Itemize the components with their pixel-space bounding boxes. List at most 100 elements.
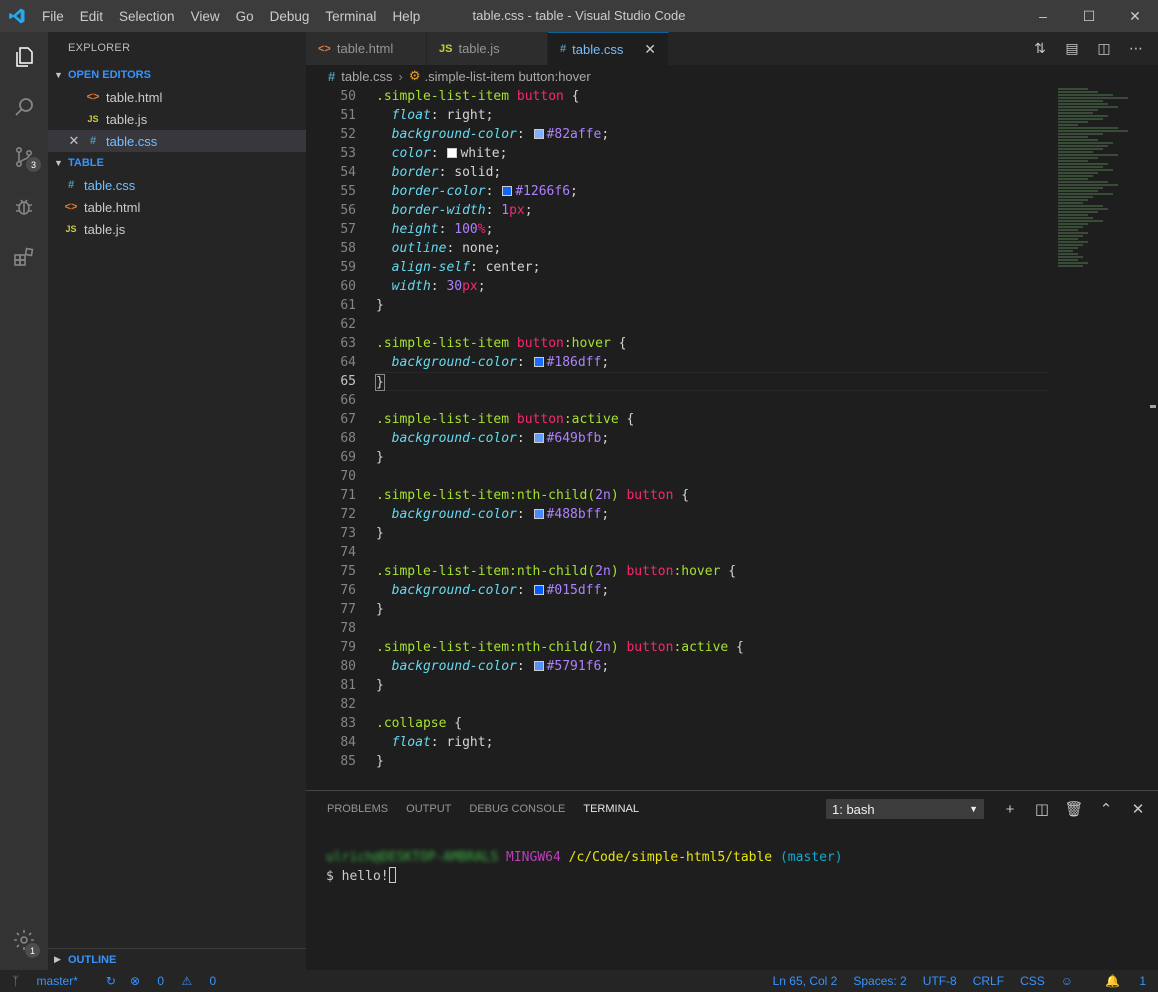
new-terminal-icon[interactable]: + xyxy=(994,801,1026,818)
more-actions-icon[interactable]: ⋯ xyxy=(1120,40,1152,57)
menu-selection[interactable]: Selection xyxy=(111,9,183,24)
close-window-icon[interactable]: ✕ xyxy=(1112,0,1158,32)
menu-help[interactable]: Help xyxy=(384,9,428,24)
code-line[interactable] xyxy=(376,695,1048,714)
color-swatch[interactable] xyxy=(533,585,544,595)
file-item[interactable]: <> table.html xyxy=(48,196,306,218)
color-swatch[interactable] xyxy=(533,433,544,443)
file-item[interactable]: JS table.js xyxy=(48,218,306,240)
menu-file[interactable]: File xyxy=(34,9,72,24)
indentation[interactable]: Spaces: 2 xyxy=(853,974,906,988)
code-line[interactable]: } xyxy=(376,752,1048,771)
close-tab-icon[interactable]: ✕ xyxy=(644,41,656,58)
code-line[interactable]: background-color: #82affe; xyxy=(376,125,1048,144)
code-line[interactable]: align-self: center; xyxy=(376,258,1048,277)
open-editor-item[interactable]: <> table.html xyxy=(48,86,306,108)
code-line[interactable]: .collapse { xyxy=(376,714,1048,733)
code-line[interactable]: outline: none; xyxy=(376,239,1048,258)
color-swatch[interactable] xyxy=(533,509,544,519)
explorer-icon[interactable] xyxy=(0,32,48,82)
menu-view[interactable]: View xyxy=(183,9,228,24)
open-editor-item-active[interactable]: ✕ # table.css xyxy=(48,130,306,152)
code-line[interactable]: .simple-list-item button:active { xyxy=(376,410,1048,429)
tab-terminal[interactable]: TERMINAL xyxy=(574,791,648,827)
color-swatch[interactable] xyxy=(533,129,544,139)
code-line[interactable]: float: right; xyxy=(376,106,1048,125)
extensions-icon[interactable] xyxy=(0,232,48,282)
branch-status[interactable]: ᛉ master* xyxy=(12,974,92,988)
code-line[interactable]: border: solid; xyxy=(376,163,1048,182)
code-line[interactable]: .simple-list-item button:hover { xyxy=(376,334,1048,353)
trash-icon[interactable]: 🗑 xyxy=(1058,800,1090,818)
code-line[interactable]: background-color: #488bff; xyxy=(376,505,1048,524)
code-line[interactable]: color: white; xyxy=(376,144,1048,163)
code-line[interactable]: background-color: #015dff; xyxy=(376,581,1048,600)
close-editor-icon[interactable]: ✕ xyxy=(66,133,82,149)
problems-status[interactable]: ⊗ 0 ⚠ 0 xyxy=(130,974,230,988)
minimap[interactable] xyxy=(1058,87,1158,790)
compare-icon[interactable]: ⇅ xyxy=(1024,40,1056,57)
color-swatch[interactable] xyxy=(533,661,544,671)
folder-section[interactable]: ▼ TABLE xyxy=(48,152,306,174)
code-line[interactable] xyxy=(376,619,1048,638)
menu-debug[interactable]: Debug xyxy=(262,9,318,24)
outline-section[interactable]: ▶ OUTLINE xyxy=(48,948,306,970)
tab-output[interactable]: OUTPUT xyxy=(397,791,460,827)
open-preview-icon[interactable]: ▤ xyxy=(1056,40,1088,57)
breadcrumb-symbol[interactable]: .simple-list-item button:hover xyxy=(425,69,591,84)
tab-debug-console[interactable]: DEBUG CONSOLE xyxy=(460,791,574,827)
encoding[interactable]: UTF-8 xyxy=(923,974,957,988)
terminal-selector[interactable]: 1: bash ▼ xyxy=(826,799,984,819)
menu-edit[interactable]: Edit xyxy=(72,9,111,24)
code-line[interactable]: border-color: #1266f6; xyxy=(376,182,1048,201)
code-line[interactable]: background-color: #5791f6; xyxy=(376,657,1048,676)
notifications-status[interactable]: 🔔 1 xyxy=(1089,974,1146,988)
menu-go[interactable]: Go xyxy=(228,9,262,24)
settings-gear-icon[interactable]: 1 xyxy=(0,920,48,960)
language-mode[interactable]: CSS xyxy=(1020,974,1045,988)
code-line[interactable] xyxy=(376,543,1048,562)
source-control-icon[interactable]: 3 xyxy=(0,132,48,182)
breadcrumb-file[interactable]: table.css xyxy=(341,69,392,84)
file-item[interactable]: # table.css xyxy=(48,174,306,196)
search-icon[interactable] xyxy=(0,82,48,132)
code-line[interactable]: } xyxy=(376,676,1048,695)
tab-problems[interactable]: PROBLEMS xyxy=(318,791,397,827)
tab-table-html[interactable]: <> table.html xyxy=(306,32,427,65)
code-line[interactable]: background-color: #649bfb; xyxy=(376,429,1048,448)
code-line[interactable]: .simple-list-item:nth-child(2n) button { xyxy=(376,486,1048,505)
code-line[interactable] xyxy=(376,467,1048,486)
code-line[interactable]: } xyxy=(376,524,1048,543)
split-terminal-icon[interactable]: ◫ xyxy=(1026,800,1058,818)
color-swatch[interactable] xyxy=(447,148,458,158)
code-area[interactable]: .simple-list-item button { float: right;… xyxy=(375,87,1048,771)
code-line[interactable]: width: 30px; xyxy=(376,277,1048,296)
code-line[interactable] xyxy=(376,391,1048,410)
code-line[interactable]: border-width: 1px; xyxy=(376,201,1048,220)
maximize-icon[interactable]: ☐ xyxy=(1066,0,1112,32)
open-editor-item[interactable]: JS table.js xyxy=(48,108,306,130)
close-panel-icon[interactable]: ✕ xyxy=(1122,800,1154,818)
code-line[interactable]: height: 100%; xyxy=(376,220,1048,239)
tab-table-js[interactable]: JS table.js xyxy=(427,32,548,65)
code-line[interactable]: float: right; xyxy=(376,733,1048,752)
code-line[interactable]: } xyxy=(376,448,1048,467)
code-editor[interactable]: 50 51 52 53 54 55 56 57 58 59 60 61 62 63 64 65 66 67 68 69… xyxy=(306,87,1158,790)
color-swatch[interactable] xyxy=(533,357,544,367)
color-swatch[interactable] xyxy=(502,186,513,196)
code-line[interactable]: } xyxy=(376,296,1048,315)
split-editor-icon[interactable]: ◫ xyxy=(1088,40,1120,57)
code-line[interactable]: .simple-list-item:nth-child(2n) button:h… xyxy=(376,562,1048,581)
maximize-panel-icon[interactable]: ⌃ xyxy=(1090,800,1122,818)
debug-icon[interactable] xyxy=(0,182,48,232)
sync-icon[interactable]: ↻ xyxy=(106,974,116,988)
end-of-line[interactable]: CRLF xyxy=(973,974,1004,988)
menu-terminal[interactable]: Terminal xyxy=(317,9,384,24)
code-line[interactable]: .simple-list-item:nth-child(2n) button:a… xyxy=(376,638,1048,657)
minimize-icon[interactable]: – xyxy=(1020,0,1066,32)
code-line[interactable] xyxy=(376,315,1048,334)
terminal-output[interactable]: ulrich@DESKTOP-AMBRALS MINGW64 /c/Code/s… xyxy=(326,849,843,885)
code-line[interactable]: .simple-list-item button { xyxy=(376,87,1048,106)
cursor-position[interactable]: Ln 65, Col 2 xyxy=(773,974,838,988)
code-line[interactable]: } xyxy=(375,372,1048,391)
